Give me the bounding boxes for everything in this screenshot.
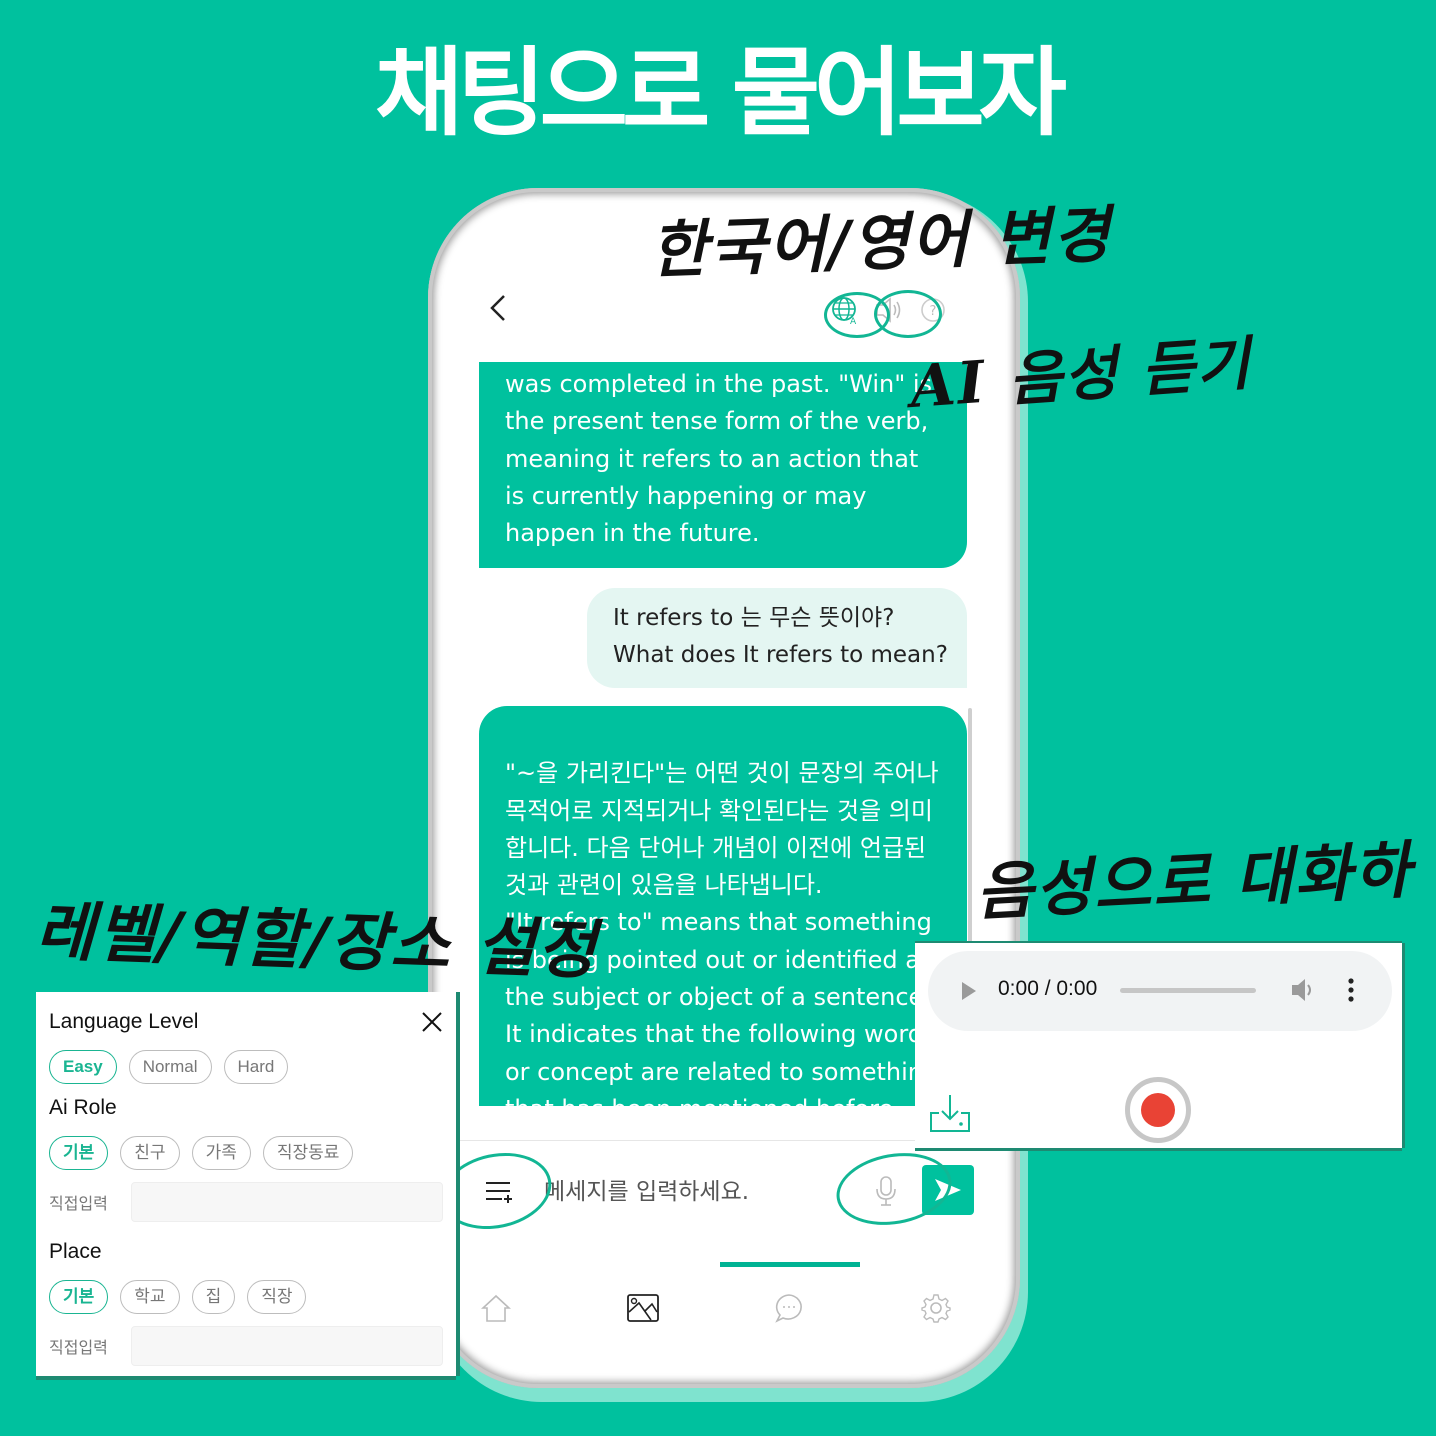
chip-hard[interactable]: Hard [223, 1050, 289, 1084]
ai-message-bubble: was completed in the past. "Win" is the … [479, 362, 967, 568]
ai-role-direct-row: 직접입력 [49, 1182, 443, 1222]
back-icon[interactable] [486, 292, 510, 324]
page-headline: 채팅으로 물어보자 [375, 37, 1067, 149]
chip-place-home[interactable]: 집 [191, 1280, 236, 1314]
message-input[interactable] [542, 1169, 836, 1215]
chip-place-school[interactable]: 학교 [120, 1280, 180, 1314]
place-direct-label: 직접입력 [49, 1340, 108, 1357]
chip-role-friend[interactable]: 친구 [120, 1136, 180, 1170]
language-level-title: Language Level [49, 1010, 199, 1033]
audio-time: 0:00 / 0:00 [998, 977, 1098, 1000]
chip-role-coworker[interactable]: 직장동료 [262, 1136, 354, 1170]
nav-chat[interactable] [769, 1288, 809, 1328]
ai-role-direct-label: 직접입력 [49, 1196, 108, 1213]
record-icon [1141, 1093, 1175, 1127]
image-icon [626, 1294, 659, 1322]
place-options: 기본 학교 집 직장 [49, 1280, 443, 1314]
audio-progress-track[interactable] [1120, 988, 1256, 993]
chip-role-default[interactable]: 기본 [49, 1136, 109, 1170]
record-button[interactable] [1125, 1077, 1191, 1143]
audio-player: 0:00 / 0:00 [928, 951, 1392, 1031]
place-title: Place [49, 1240, 102, 1263]
annotation-circle-speaker [874, 290, 942, 338]
place-direct-row: 직접입력 [49, 1326, 443, 1366]
nav-settings[interactable] [916, 1288, 956, 1328]
ai-message-text: was completed in the past. "Win" is the … [505, 370, 933, 548]
place-direct-input[interactable] [131, 1326, 443, 1366]
chat-icon [775, 1294, 803, 1323]
user-message-line-en: What does It refers to mean? [613, 642, 948, 668]
more-options-icon[interactable] [1346, 977, 1356, 1003]
chip-normal[interactable]: Normal [128, 1050, 212, 1084]
play-icon[interactable] [960, 981, 978, 1001]
nav-image[interactable] [623, 1288, 663, 1328]
chip-place-work[interactable]: 직장 [247, 1280, 307, 1314]
ai-role-options: 기본 친구 가족 직장동료 [49, 1136, 443, 1170]
nav-home[interactable] [476, 1288, 516, 1328]
active-tab-indicator [720, 1262, 860, 1267]
download-icon[interactable] [929, 1093, 971, 1133]
ai-role-title: Ai Role [49, 1096, 117, 1119]
chip-easy[interactable]: Easy [49, 1050, 117, 1084]
annotation-language-toggle: 한국어/영어 변경 [648, 197, 1113, 287]
user-message-bubble: It refers to 는 무슨 뜻이야? What does It refe… [587, 588, 967, 688]
bottom-nav [476, 1288, 956, 1332]
user-message-line-ko: It refers to 는 무슨 뜻이야? [613, 605, 895, 631]
annotation-settings: 레벨/역할/장소 설정 [34, 894, 599, 989]
chip-place-default[interactable]: 기본 [49, 1280, 109, 1314]
home-icon [481, 1294, 511, 1322]
settings-panel: Language Level Easy Normal Hard Ai Role … [36, 992, 456, 1376]
gear-icon [921, 1294, 951, 1323]
voice-recorder-panel: 0:00 / 0:00 [915, 943, 1402, 1148]
ai-role-direct-input[interactable] [131, 1182, 443, 1222]
volume-icon[interactable] [1290, 977, 1318, 1003]
chip-role-family[interactable]: 가족 [191, 1136, 251, 1170]
language-level-options: Easy Normal Hard [49, 1050, 443, 1084]
close-icon[interactable] [420, 1010, 444, 1034]
